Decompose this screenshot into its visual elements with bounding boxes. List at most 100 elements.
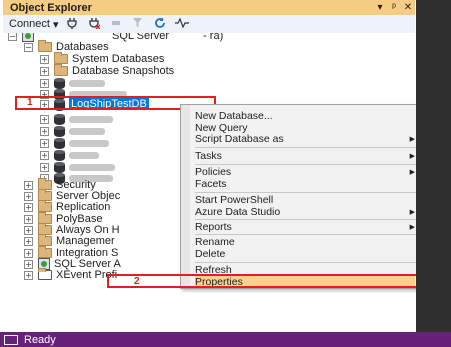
database-node[interactable]: + <box>40 125 105 137</box>
redacted-database-name <box>69 127 105 135</box>
database-node[interactable]: + <box>40 149 99 161</box>
expand-icon[interactable]: + <box>24 202 33 212</box>
collapse-icon[interactable]: − <box>24 42 33 52</box>
filter-icon[interactable] <box>129 17 147 31</box>
menu-item-start-powershell[interactable]: Start PowerShell <box>195 194 415 206</box>
collapse-icon[interactable]: − <box>8 33 17 41</box>
expand-icon[interactable]: + <box>40 78 49 88</box>
connect-plug-icon[interactable] <box>63 17 81 32</box>
expand-icon[interactable]: + <box>24 180 33 190</box>
menu-item-delete[interactable]: Delete <box>195 248 415 260</box>
pin-icon[interactable]: ᵖ <box>387 2 401 13</box>
menu-gutter <box>181 105 190 288</box>
menu-separator <box>195 164 417 165</box>
expand-icon[interactable]: + <box>40 162 49 172</box>
redacted-database-name <box>69 163 115 171</box>
expand-icon[interactable]: + <box>24 236 33 246</box>
expand-icon[interactable]: + <box>24 270 33 280</box>
menu-item-policies[interactable]: Policies ▶ <box>195 166 415 178</box>
server-suffix: - ra) <box>203 33 224 42</box>
activity-monitor-icon[interactable] <box>173 17 191 31</box>
status-bar: Ready <box>0 332 451 347</box>
database-icon <box>54 161 65 173</box>
database-node[interactable]: + <box>40 113 113 125</box>
database-icon <box>54 113 65 125</box>
redacted-database-name <box>69 115 113 123</box>
panel-title: Object Explorer <box>10 1 92 14</box>
stop-icon[interactable] <box>107 18 125 31</box>
toolbar: Connect ▾ <box>3 15 415 33</box>
redacted-database-name <box>69 139 109 147</box>
database-icon <box>54 77 65 89</box>
redacted-gap <box>169 33 203 40</box>
database-icon <box>54 149 65 161</box>
expand-icon[interactable]: + <box>24 259 33 269</box>
management-label: Managemer <box>56 235 115 247</box>
refresh-icon[interactable] <box>151 17 169 32</box>
expand-icon[interactable]: + <box>40 66 49 76</box>
menu-label: Policies <box>195 166 232 178</box>
replication-label: Replication <box>56 201 111 213</box>
callout-number-2: 2 <box>134 276 140 287</box>
expand-icon[interactable]: + <box>24 248 33 258</box>
disconnect-icon[interactable] <box>85 17 103 32</box>
panel-title-bar: Object Explorer ▾ ᵖ ✕ <box>3 0 415 15</box>
folder-icon <box>54 64 68 76</box>
folder-icon <box>38 40 52 52</box>
submenu-arrow-icon: ▶ <box>409 224 415 231</box>
object-explorer-window: Object Explorer ▾ ᵖ ✕ Connect ▾ − SQL Se… <box>0 0 451 347</box>
menu-item-tasks[interactable]: Tasks ▶ <box>195 150 415 162</box>
submenu-arrow-icon: ▶ <box>409 136 415 143</box>
databases-folder[interactable]: − Databases <box>24 40 109 53</box>
folder-icon <box>38 246 52 258</box>
xevent-icon <box>38 268 52 280</box>
server-label: SQL Server <box>112 33 170 42</box>
menu-label: Rename <box>195 236 235 248</box>
submenu-arrow-icon: ▶ <box>409 209 415 216</box>
expand-icon[interactable]: + <box>40 126 49 136</box>
replication-folder[interactable]: + Replication <box>24 200 111 213</box>
menu-item-script-database[interactable]: Script Database as ▶ <box>195 133 415 145</box>
expand-icon[interactable]: + <box>40 114 49 124</box>
menu-item-azure-data-studio[interactable]: Azure Data Studio ▶ <box>195 206 415 218</box>
database-snapshots-folder[interactable]: + Database Snapshots <box>40 64 175 77</box>
expand-icon[interactable]: + <box>24 225 33 235</box>
menu-separator <box>195 192 417 193</box>
database-snapshots-label: Database Snapshots <box>72 65 175 77</box>
menu-separator <box>195 262 417 263</box>
folder-icon <box>54 52 68 64</box>
submenu-arrow-icon: ▶ <box>409 153 415 160</box>
database-node[interactable]: + <box>40 137 109 149</box>
callout-number-1: 1 <box>27 97 33 108</box>
menu-item-rename[interactable]: Rename <box>195 236 415 248</box>
menu-item-facets[interactable]: Facets <box>195 178 415 190</box>
connect-label: Connect <box>9 18 50 30</box>
connect-button[interactable]: Connect ▾ <box>9 18 59 31</box>
redacted-database-name <box>69 79 105 87</box>
close-icon[interactable]: ✕ <box>401 2 415 13</box>
window-position-icon[interactable]: ▾ <box>373 2 387 13</box>
menu-label: Tasks <box>195 150 222 162</box>
menu-item-new-database[interactable]: New Database... <box>195 110 415 122</box>
menu-label: Delete <box>195 248 226 260</box>
redacted-database-name <box>69 151 99 159</box>
expand-icon[interactable]: + <box>24 191 33 201</box>
folder-icon <box>38 234 52 246</box>
system-databases-label: System Databases <box>72 53 165 65</box>
menu-item-reports[interactable]: Reports ▶ <box>195 221 415 233</box>
right-dark-panel <box>416 0 451 332</box>
database-icon <box>54 137 65 149</box>
chevron-down-icon: ▾ <box>52 18 59 31</box>
expand-icon[interactable]: + <box>40 150 49 160</box>
menu-label: Start PowerShell <box>195 194 274 206</box>
menu-label: Script Database as <box>195 133 284 145</box>
menu-separator <box>195 234 417 235</box>
callout-box-step2 <box>107 274 427 288</box>
context-menu: New Database... New Query Script Databas… <box>180 104 420 289</box>
xevent-profiler-node[interactable]: + XEvent Profi <box>24 268 117 281</box>
expand-icon[interactable]: + <box>24 214 33 224</box>
databases-label: Databases <box>56 41 109 53</box>
database-icon <box>54 125 65 137</box>
expand-icon[interactable]: + <box>40 54 49 64</box>
expand-icon[interactable]: + <box>40 138 49 148</box>
